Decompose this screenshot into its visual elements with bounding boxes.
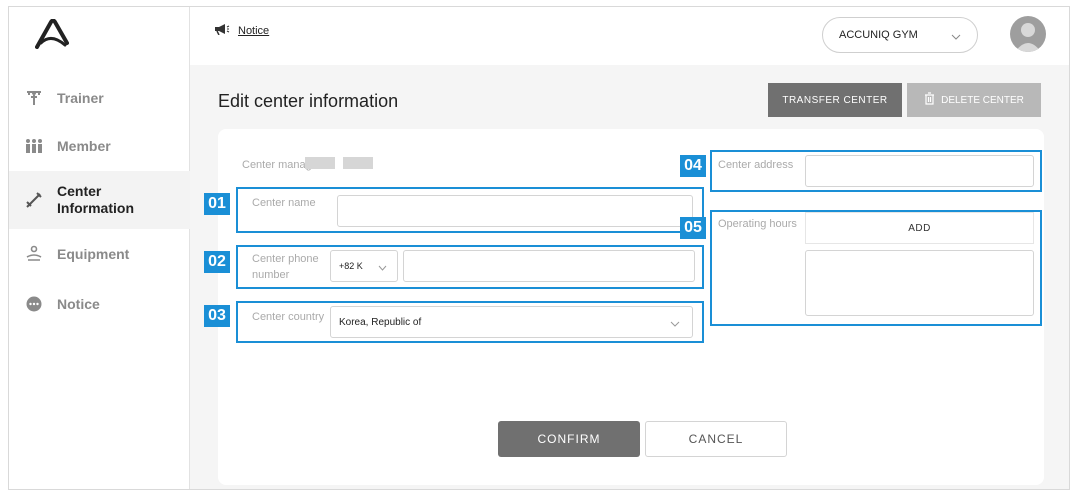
delete-center-button[interactable]: DELETE CENTER xyxy=(907,83,1041,117)
gym-select-value: ACCUNIQ GYM xyxy=(839,29,918,41)
notice-icon xyxy=(23,293,45,315)
page-title: Edit center information xyxy=(218,91,399,111)
center-country-label: Center country xyxy=(252,311,325,323)
main-content: Notice ACCUNIQ GYM Edit center informati… xyxy=(190,7,1069,489)
center-name-label: Center name xyxy=(252,197,316,209)
top-bar: Notice ACCUNIQ GYM xyxy=(190,7,1069,65)
country-code-select[interactable]: +82 K xyxy=(330,250,398,282)
transfer-center-button[interactable]: TRANSFER CENTER xyxy=(768,83,902,117)
trash-icon xyxy=(924,92,935,108)
center-country-select[interactable]: Korea, Republic of xyxy=(330,306,693,338)
center-manager-value-blurred xyxy=(305,157,380,169)
chevron-down-icon xyxy=(670,319,680,330)
sidebar-item-center-information[interactable]: Center Information xyxy=(9,171,190,229)
operating-hours-label: Operating hours xyxy=(718,218,797,230)
app-logo[interactable] xyxy=(35,18,69,49)
operating-hours-list[interactable] xyxy=(805,250,1034,316)
delete-center-label: DELETE CENTER xyxy=(941,94,1024,106)
cancel-button[interactable]: CANCEL xyxy=(645,421,787,457)
sidebar-item-notice[interactable]: Notice xyxy=(9,275,190,333)
equipment-icon xyxy=(23,243,45,265)
chevron-down-icon xyxy=(951,31,961,43)
center-address-label: Center address xyxy=(718,159,794,171)
center-information-icon xyxy=(23,189,45,211)
sidebar-item-label: Equipment xyxy=(57,245,130,262)
confirm-button[interactable]: CONFIRM xyxy=(498,421,640,457)
callout-number: 01 xyxy=(204,193,230,215)
notice-link[interactable]: Notice xyxy=(214,23,269,38)
add-operating-hours-button[interactable]: ADD xyxy=(805,212,1034,244)
member-icon xyxy=(23,135,45,157)
sidebar-item-member[interactable]: Member xyxy=(9,117,190,175)
sidebar-item-label: Center xyxy=(57,183,102,199)
app-window: Trainer Member Center Information Equipm… xyxy=(8,6,1070,490)
megaphone-icon xyxy=(214,23,230,38)
callout-number: 03 xyxy=(204,305,230,327)
center-phone-label: Center phone xyxy=(252,253,319,265)
country-code-value: +82 K xyxy=(339,261,363,271)
sidebar-item-label: Member xyxy=(57,137,111,154)
callout-number: 04 xyxy=(680,155,706,177)
callout-number: 02 xyxy=(204,251,230,273)
center-name-input[interactable] xyxy=(337,195,693,227)
center-country-value: Korea, Republic of xyxy=(339,316,422,328)
sidebar-item-label: Notice xyxy=(57,295,100,312)
center-phone-label-line2: number xyxy=(252,269,290,281)
sidebar-item-label: Trainer xyxy=(57,89,104,106)
gym-select[interactable]: ACCUNIQ GYM xyxy=(822,17,978,53)
avatar[interactable] xyxy=(1010,16,1046,52)
sidebar-item-label-line2: Information xyxy=(57,200,134,216)
center-phone-input[interactable] xyxy=(403,250,695,282)
center-address-input[interactable] xyxy=(805,155,1034,187)
notice-link-label: Notice xyxy=(238,24,270,37)
callout-number: 05 xyxy=(680,217,706,239)
sidebar: Trainer Member Center Information Equipm… xyxy=(9,7,190,489)
trainer-icon xyxy=(23,87,45,109)
chevron-down-icon xyxy=(378,263,387,273)
